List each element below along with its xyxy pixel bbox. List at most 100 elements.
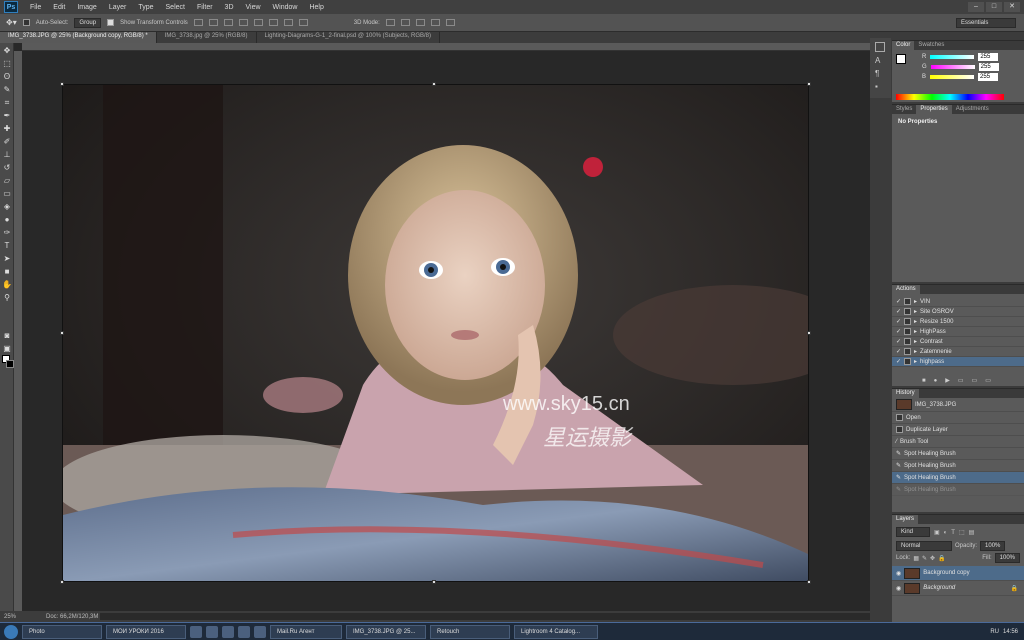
- r-slider[interactable]: [930, 55, 975, 59]
- menu-view[interactable]: View: [240, 4, 267, 11]
- blur-icon[interactable]: ◈: [2, 202, 12, 212]
- visibility-eye-icon[interactable]: ◉: [896, 570, 901, 577]
- language-indicator[interactable]: RU: [990, 629, 999, 635]
- action-item[interactable]: ✓ ▸ highpass: [892, 357, 1024, 367]
- menu-image[interactable]: Image: [71, 4, 102, 11]
- transform-handle-mr[interactable]: [807, 331, 811, 335]
- menu-filter[interactable]: Filter: [191, 4, 219, 11]
- tab-history[interactable]: History: [892, 389, 919, 398]
- layer-row[interactable]: ◉ Background 🔒: [892, 581, 1024, 596]
- history-brush-icon[interactable]: ↺: [2, 163, 12, 173]
- zoom-level[interactable]: 25%: [4, 614, 16, 620]
- start-button[interactable]: [4, 624, 18, 639]
- move-tool-icon[interactable]: ✥▾: [6, 18, 17, 27]
- filter-icons[interactable]: ▣◐T⬚▤: [934, 529, 978, 536]
- action-item[interactable]: ✓ ▸ VIN: [892, 297, 1024, 307]
- transform-handle-bl[interactable]: [60, 580, 64, 584]
- screen-mode-icon[interactable]: ▣: [2, 344, 12, 354]
- opacity-input[interactable]: 100%: [980, 541, 1006, 551]
- dialog-toggle[interactable]: [904, 348, 912, 355]
- background-color-swatch[interactable]: [6, 360, 14, 368]
- 3d-drag-icon[interactable]: [415, 19, 425, 26]
- dialog-toggle[interactable]: [904, 308, 912, 315]
- info-panel-icon[interactable]: ▪: [875, 82, 886, 91]
- maximize-button[interactable]: □: [986, 2, 1002, 12]
- auto-select-dropdown[interactable]: Group: [74, 17, 102, 28]
- expand-icon[interactable]: ▸: [914, 348, 917, 355]
- align-left-icon[interactable]: [238, 19, 248, 26]
- dialog-toggle[interactable]: [904, 358, 912, 365]
- 3d-slide-icon[interactable]: [430, 19, 440, 26]
- align-right-icon[interactable]: [268, 19, 278, 26]
- zoom-icon[interactable]: ⚲: [2, 293, 12, 303]
- expand-icon[interactable]: ▸: [914, 358, 917, 365]
- distribute-icon[interactable]: [283, 19, 293, 26]
- expand-icon[interactable]: ▸: [914, 298, 917, 305]
- minimize-button[interactable]: –: [968, 2, 984, 12]
- history-item[interactable]: Duplicate Layer: [892, 424, 1024, 436]
- 3d-scale-icon[interactable]: [445, 19, 455, 26]
- transform-handle-tl[interactable]: [60, 82, 64, 86]
- dialog-toggle[interactable]: [904, 328, 912, 335]
- action-item[interactable]: ✓ ▸ Contrast: [892, 337, 1024, 347]
- menu-window[interactable]: Window: [267, 4, 304, 11]
- history-item[interactable]: ✎ Spot Healing Brush: [892, 460, 1024, 472]
- action-item[interactable]: ✓ ▸ Resize 1500: [892, 317, 1024, 327]
- history-panel-icon[interactable]: [875, 42, 885, 52]
- hand-icon[interactable]: ✋: [2, 280, 12, 290]
- action-item[interactable]: ✓ ▸ Site OSROV: [892, 307, 1024, 317]
- g-input[interactable]: 255: [978, 63, 999, 71]
- menu-3d[interactable]: 3D: [219, 4, 240, 11]
- layer-row[interactable]: ◉ Background copy: [892, 566, 1024, 581]
- tab-swatches[interactable]: Swatches: [914, 41, 948, 50]
- quick-select-icon[interactable]: ✎: [2, 85, 12, 95]
- visibility-eye-icon[interactable]: ◉: [896, 585, 901, 592]
- taskbar-lessons[interactable]: МОИ УРОКИ 2016: [106, 624, 186, 639]
- history-item[interactable]: ✎ Spot Healing Brush: [892, 448, 1024, 460]
- explorer-icon[interactable]: [222, 625, 234, 638]
- expand-icon[interactable]: ▸: [914, 318, 917, 325]
- b-input[interactable]: 255: [978, 73, 999, 81]
- transform-handle-br[interactable]: [807, 580, 811, 584]
- history-item[interactable]: Open: [892, 412, 1024, 424]
- transform-handle-bm[interactable]: [432, 580, 436, 584]
- 3d-roll-icon[interactable]: [400, 19, 410, 26]
- auto-select-checkbox[interactable]: [22, 19, 30, 26]
- browser-icon[interactable]: [190, 625, 202, 638]
- canvas-area[interactable]: www.sky15.cn 星运摄影: [22, 52, 870, 612]
- menu-layer[interactable]: Layer: [103, 4, 133, 11]
- skype-icon[interactable]: [254, 625, 266, 638]
- taskbar-lightroom[interactable]: Lightroom 4 Catalog...: [514, 624, 598, 639]
- brush-icon[interactable]: ✐: [2, 137, 12, 147]
- expand-icon[interactable]: ▸: [914, 328, 917, 335]
- eraser-icon[interactable]: ▱: [2, 176, 12, 186]
- close-button[interactable]: ✕: [1004, 2, 1020, 12]
- tab-img-3738[interactable]: IMG_3738.jpg @ 25% (RGB/8): [157, 32, 257, 43]
- taskbar-mailru[interactable]: Mail.Ru Агент: [270, 624, 342, 639]
- check-icon[interactable]: ✓: [896, 348, 901, 355]
- quick-mask-icon[interactable]: ◙: [2, 331, 12, 341]
- taskbar-retouch[interactable]: Retouch: [430, 624, 510, 639]
- menu-type[interactable]: Type: [132, 4, 159, 11]
- distribute-h-icon[interactable]: [298, 19, 308, 26]
- 3d-rotate-icon[interactable]: [385, 19, 395, 26]
- history-item[interactable]: ⁄ Brush Tool: [892, 436, 1024, 448]
- pen-icon[interactable]: ✑: [2, 228, 12, 238]
- tab-layers[interactable]: Layers: [892, 515, 919, 524]
- tab-actions[interactable]: Actions: [892, 285, 920, 294]
- dodge-icon[interactable]: ●: [2, 215, 12, 225]
- tab-img-3738-copy[interactable]: IMG_3738.JPG @ 25% (Background copy, RGB…: [0, 32, 157, 43]
- r-input[interactable]: 255: [978, 53, 999, 61]
- color-spectrum[interactable]: [896, 94, 1004, 100]
- crop-icon[interactable]: ⌗: [2, 98, 12, 108]
- menu-select[interactable]: Select: [160, 4, 191, 11]
- marquee-icon[interactable]: ⬚: [2, 59, 12, 69]
- action-item[interactable]: ✓ ▸ HighPass: [892, 327, 1024, 337]
- type-icon[interactable]: T: [2, 241, 12, 251]
- transform-handle-ml[interactable]: [60, 331, 64, 335]
- healing-brush-icon[interactable]: ✚: [2, 124, 12, 134]
- taskbar-photoshop[interactable]: IMG_3738.JPG @ 25...: [346, 624, 426, 639]
- tab-properties[interactable]: Properties: [916, 105, 952, 114]
- horizontal-scrollbar[interactable]: [100, 613, 870, 620]
- blend-mode-dropdown[interactable]: Normal: [896, 541, 952, 551]
